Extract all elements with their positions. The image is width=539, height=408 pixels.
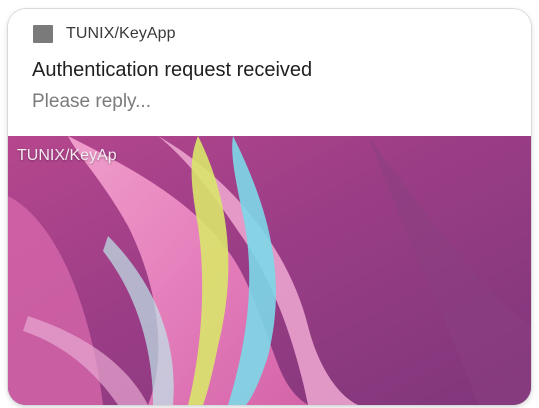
notification-image: TUNIX/KeyApp [8,136,531,405]
notification-header: TUNIX/KeyApp Authentication request rece… [8,9,531,136]
app-square-icon [33,25,53,43]
abstract-paint-swirl-image [8,136,531,405]
app-row: TUNIX/KeyApp [33,23,176,45]
notification-card[interactable]: TUNIX/KeyApp Authentication request rece… [8,9,531,405]
app-name: TUNIX/KeyApp [66,25,176,42]
image-overlay-text: TUNIX/KeyApp [17,147,117,164]
notification-title: Authentication request received [32,59,313,81]
notification-message: Please reply... [32,91,151,112]
